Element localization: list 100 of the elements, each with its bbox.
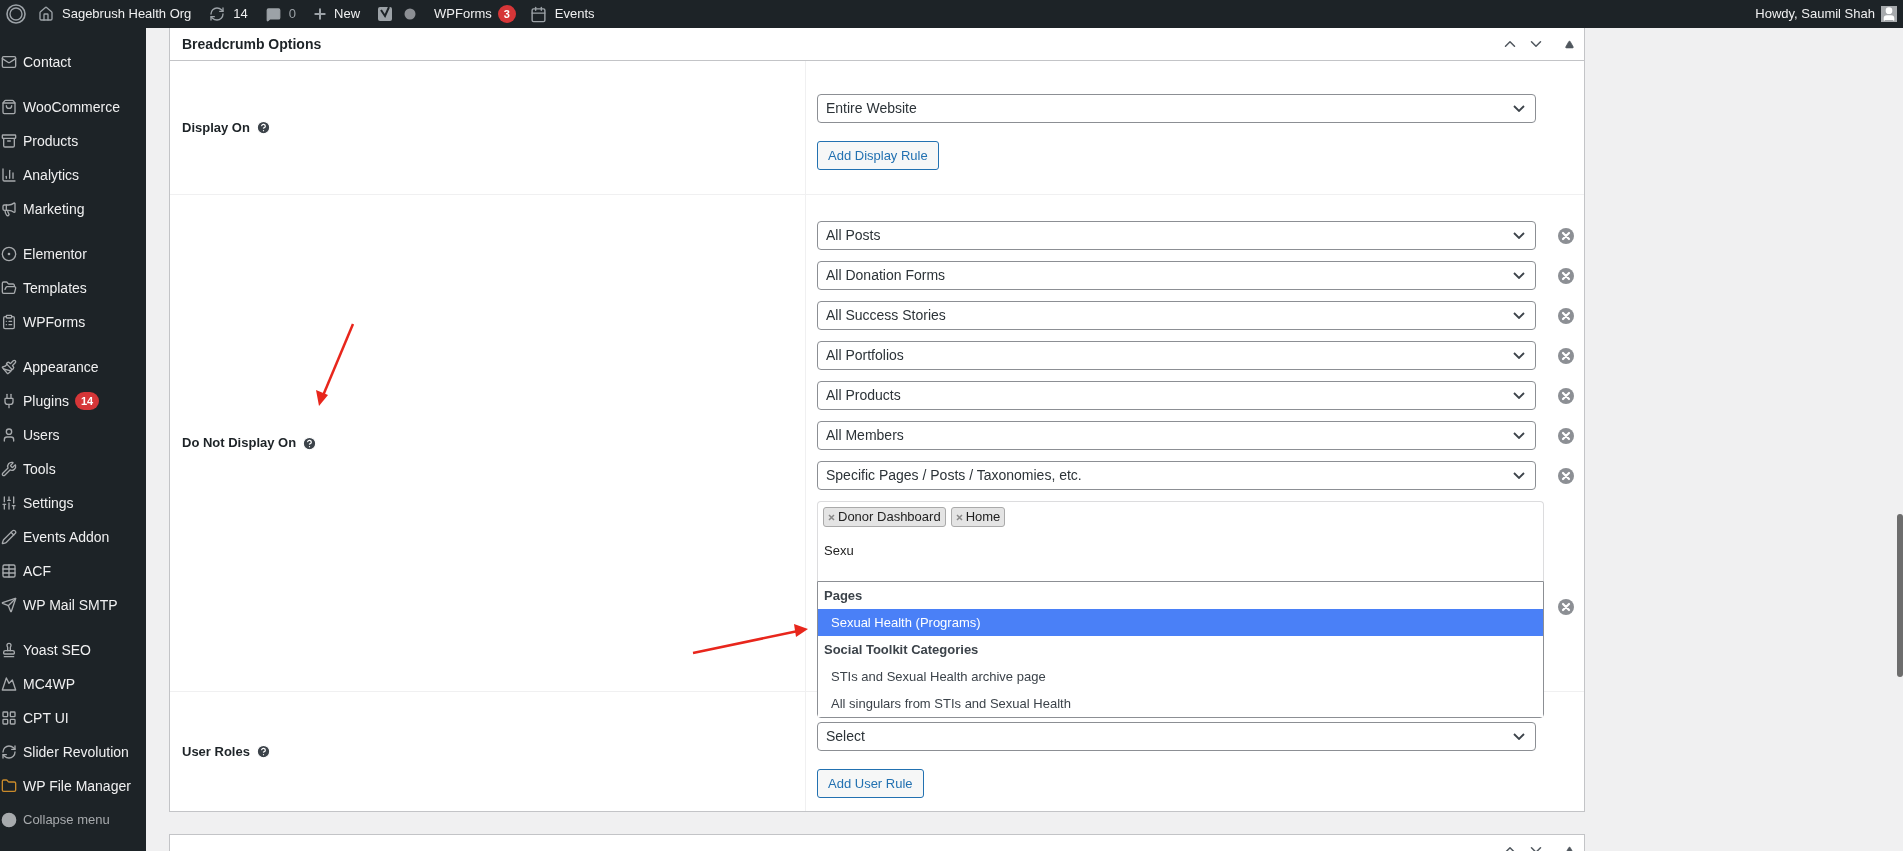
comment-count[interactable]: 0	[288, 4, 297, 24]
logo-icon[interactable]	[378, 5, 393, 23]
remove-icon[interactable]	[1558, 267, 1574, 284]
help-icon[interactable]	[255, 744, 271, 759]
help-icon[interactable]	[302, 435, 318, 451]
multiselect-field[interactable]: Donor Dashboard Home Sexu	[817, 501, 1544, 581]
help-icon[interactable]	[255, 120, 271, 135]
new-link[interactable]: New	[334, 4, 361, 24]
select-field[interactable]: Specific Pages / Posts / Taxonomies, etc.	[817, 461, 1536, 490]
status-dot-icon	[404, 8, 417, 20]
remove-icon[interactable]	[1558, 427, 1574, 444]
folder-icon[interactable]	[1, 778, 17, 794]
bag-icon[interactable]	[1, 99, 17, 115]
add-rule-button[interactable]: Add User Rule	[817, 769, 924, 798]
tag-chip[interactable]: Donor Dashboard	[823, 507, 946, 527]
calendar-icon[interactable]	[529, 5, 547, 23]
remove-icon[interactable]	[1558, 227, 1574, 244]
add-rule-button[interactable]: Add Display Rule	[817, 141, 939, 170]
tag-remove-icon[interactable]	[828, 513, 835, 521]
select-field[interactable]: All Donation Forms	[817, 261, 1536, 290]
select-field[interactable]: All Success Stories	[817, 301, 1536, 330]
panel-title: Breadcrumb Options	[182, 34, 322, 54]
chevron-down-icon	[1513, 733, 1525, 740]
send-icon[interactable]	[1, 597, 17, 613]
dropdown-option[interactable]: Sexual Health (Programs)	[818, 609, 1543, 636]
sidebar-item[interactable]: ACF	[23, 560, 51, 582]
field-label: Display On	[182, 118, 250, 137]
select-field[interactable]: All Products	[817, 381, 1536, 410]
scrollbar-thumb[interactable]	[1897, 514, 1903, 677]
collapse-toggle-icon[interactable]	[1565, 39, 1574, 49]
plug-icon[interactable]	[1, 393, 17, 409]
remove-icon[interactable]	[1558, 387, 1574, 404]
sidebar-item[interactable]: Elementor	[23, 243, 87, 265]
tag-remove-icon[interactable]	[955, 513, 963, 521]
chevron-down-icon	[1513, 105, 1525, 112]
greeting-text[interactable]: Howdy, Saumil Shah	[1755, 4, 1875, 24]
table-icon[interactable]	[1, 563, 17, 579]
chevron-down-icon	[1513, 472, 1525, 479]
wrench-icon[interactable]	[1, 461, 17, 477]
update-count[interactable]: 14	[233, 4, 248, 24]
sidebar-item[interactable]: Appearance	[23, 356, 99, 378]
remove-icon[interactable]	[1558, 307, 1574, 324]
logo-icon[interactable]	[6, 4, 26, 24]
sidebar-item[interactable]: WPForms	[23, 311, 86, 333]
collapse-menu-link[interactable]: Collapse menu	[23, 810, 110, 830]
envelope-icon[interactable]	[1, 54, 17, 70]
pencil-icon[interactable]	[1, 529, 17, 545]
group-heading: Social Toolkit Categories	[823, 640, 980, 659]
chevron-down-icon	[1513, 352, 1525, 359]
form-icon[interactable]	[1, 314, 17, 330]
brush-icon[interactable]	[1, 359, 17, 375]
user-icon[interactable]	[1, 427, 17, 443]
sidebar-item[interactable]: Products	[23, 130, 79, 152]
count-badge: 14	[74, 392, 100, 410]
remove-icon[interactable]	[1558, 347, 1574, 364]
tag-chip[interactable]: Home	[950, 507, 1006, 527]
sidebar-item[interactable]: Plugins	[23, 390, 69, 412]
sidebar-item[interactable]: WP Mail SMTP	[23, 594, 118, 616]
select-field[interactable]: All Members	[817, 421, 1536, 450]
mountain-icon[interactable]	[1, 676, 17, 692]
sidebar-item[interactable]: Contact	[23, 51, 72, 73]
site-name-link[interactable]: Sagebrush Health Org	[62, 4, 192, 24]
sidebar-item[interactable]: WooCommerce	[23, 96, 120, 118]
sidebar-item[interactable]: WP File Manager	[23, 775, 131, 797]
comment-icon[interactable]	[265, 6, 281, 22]
grid-icon[interactable]	[1, 710, 17, 726]
sidebar-item[interactable]: Templates	[23, 277, 87, 299]
stamp-icon[interactable]	[1, 642, 17, 658]
events-link[interactable]: Events	[554, 4, 595, 24]
sidebar-item[interactable]: CPT UI	[23, 707, 69, 729]
sidebar-item[interactable]: Settings	[23, 492, 74, 514]
sidebar-item[interactable]: MC4WP	[23, 673, 76, 695]
chevron-down-icon	[1513, 312, 1525, 319]
settings-icon[interactable]	[1, 495, 17, 511]
select-field[interactable]: All Portfolios	[817, 341, 1536, 370]
field-label: User Roles	[182, 742, 250, 761]
sidebar-item[interactable]: Yoast SEO	[23, 639, 91, 661]
select-field[interactable]: Select	[817, 722, 1536, 751]
circle-icon[interactable]	[1, 246, 17, 262]
refresh-icon[interactable]	[1, 744, 17, 760]
sidebar-item[interactable]: Marketing	[23, 198, 85, 220]
sidebar-item[interactable]: Tools	[23, 458, 56, 480]
sidebar-item[interactable]: Analytics	[23, 164, 80, 186]
home-icon[interactable]	[38, 6, 54, 22]
search-input[interactable]: Sexu	[824, 541, 854, 561]
sidebar-item[interactable]: Slider Revolution	[23, 741, 129, 763]
field-label: Do Not Display On	[182, 434, 297, 453]
chevron-down-icon	[1513, 232, 1525, 239]
forms-link[interactable]: WPForms	[434, 4, 492, 24]
remove-icon[interactable]	[1558, 599, 1574, 615]
sidebar-item[interactable]: Events Addon	[23, 526, 110, 548]
select-field[interactable]: All Posts	[817, 221, 1536, 250]
refresh-icon[interactable]	[209, 6, 226, 22]
bar-chart-icon[interactable]	[1, 167, 17, 183]
select-field[interactable]: Entire Website	[817, 94, 1536, 123]
sidebar-item[interactable]: Users	[23, 424, 60, 446]
archive-icon[interactable]	[1, 133, 17, 149]
folder-icon[interactable]	[1, 280, 17, 296]
remove-icon[interactable]	[1558, 467, 1574, 484]
megaphone-icon[interactable]	[1, 201, 17, 217]
